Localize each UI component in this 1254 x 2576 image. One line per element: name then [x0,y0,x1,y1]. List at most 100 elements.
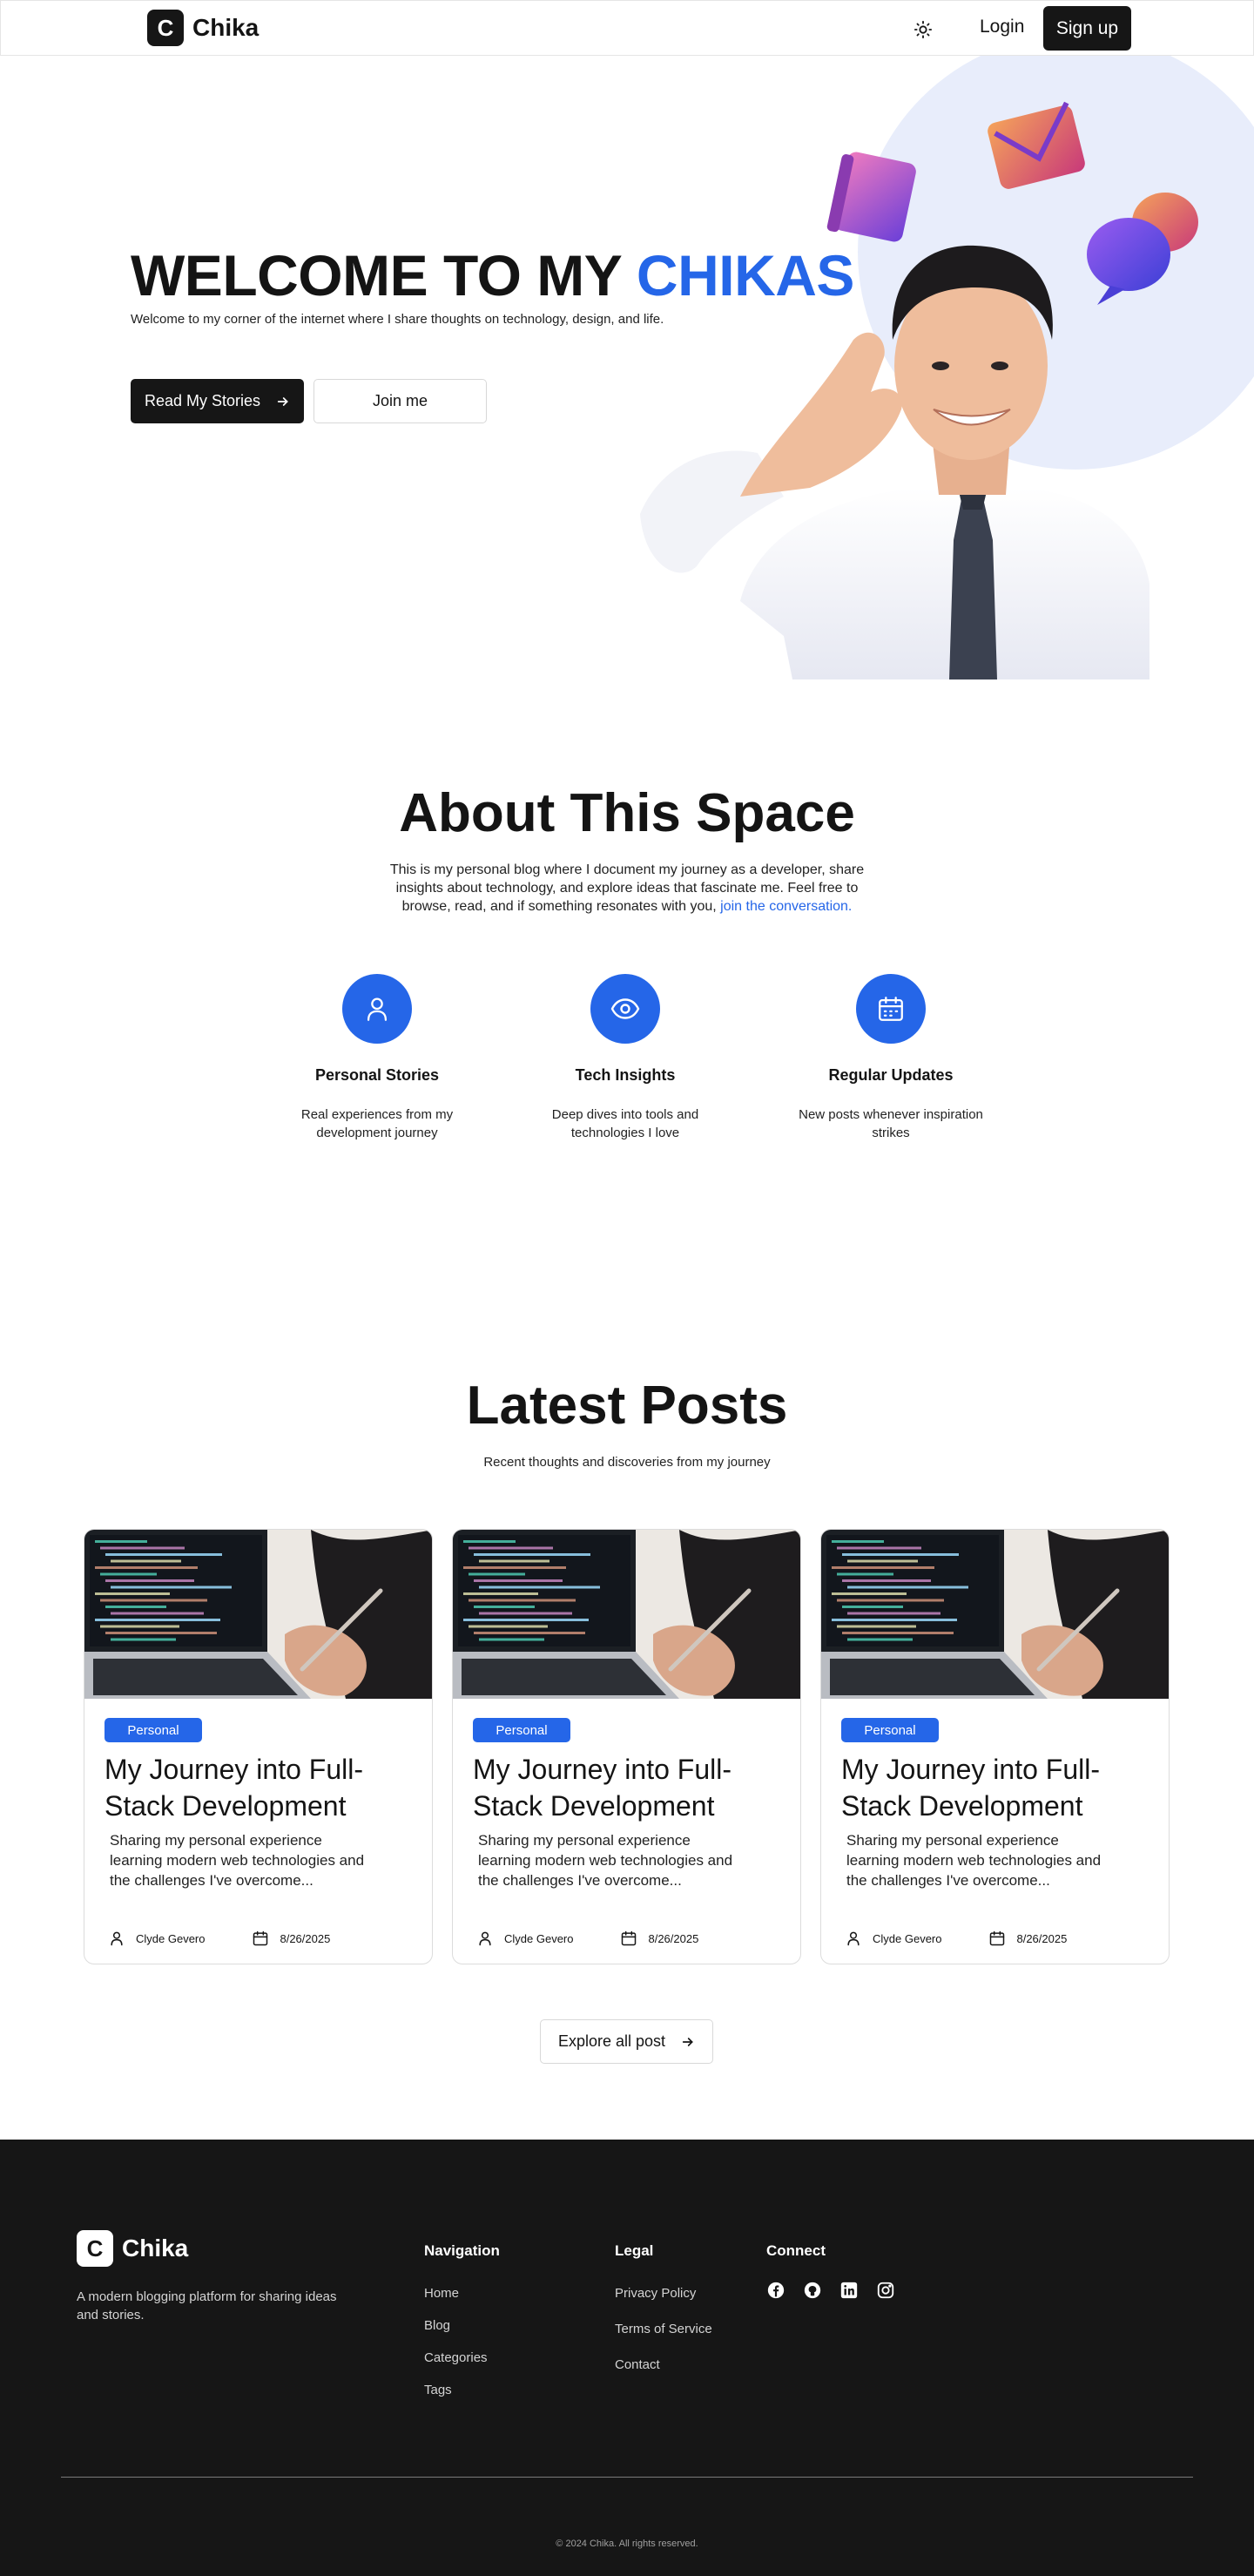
post-category-badge[interactable]: Personal [473,1718,570,1742]
post-category-badge[interactable]: Personal [104,1718,202,1742]
user-icon [367,997,388,1021]
footer-link-tags[interactable]: Tags [424,2383,500,2397]
explore-all-posts-button[interactable]: Explore all post [540,2019,713,2064]
post-excerpt: Sharing my personal experience learning … [478,1832,733,1889]
post-excerpt: Sharing my personal experience learning … [110,1832,365,1889]
footer-link-home[interactable]: Home [424,2286,500,2301]
hero-portrait-image [640,101,1198,679]
post-title[interactable]: My Journey into Full-Stack Development [104,1751,418,1824]
post-author-name: Clyde Gevero [504,1931,574,1945]
linkedin-icon[interactable] [839,2281,859,2300]
login-link[interactable]: Login [980,17,1024,37]
arrow-right-icon [277,396,288,406]
theme-toggle-button[interactable] [910,17,936,43]
post-cover-image [453,1530,800,1699]
post-excerpt: Sharing my personal experience learning … [846,1832,1102,1889]
calendar-icon [990,1930,1005,1946]
post-author: Clyde Gevero [108,1930,205,1947]
user-icon [847,1931,860,1946]
brand-logo[interactable]: C Chika [147,10,259,46]
post-cover-image [821,1530,1169,1699]
instagram-icon[interactable] [876,2281,895,2300]
footer-legal: Legal Privacy Policy Terms of Service Co… [615,2242,712,2393]
sun-icon [914,20,933,39]
footer-link-categories[interactable]: Categories [424,2350,500,2365]
hero-title-prefix: WELCOME TO MY [131,243,637,308]
brand-name: Chika [192,14,260,41]
envelope-3d-icon [988,101,1085,189]
facebook-icon[interactable] [766,2281,785,2300]
hero-title-accent: CHIKAS [636,243,855,308]
post-title[interactable]: My Journey into Full-Stack Development [473,1751,786,1824]
post-author: Clyde Gevero [845,1930,941,1947]
post-author-name: Clyde Gevero [873,1931,942,1945]
post-meta: Clyde Gevero 8/26/2025 [476,1930,698,1947]
read-my-stories-label: Read My Stories [144,392,261,409]
read-my-stories-button[interactable]: Read My Stories [131,379,304,423]
book-3d-icon [826,152,916,242]
post-date-value: 8/26/2025 [648,1931,699,1945]
brand-name: Chika [122,2235,189,2262]
post-card[interactable]: Personal My Journey into Full-Stack Deve… [452,1529,801,1964]
post-title[interactable]: My Journey into Full-Stack Development [841,1751,1155,1824]
signup-button[interactable]: Sign up [1043,6,1131,51]
top-navbar: C Chika Login Sign up [0,0,1254,56]
calendar-icon [879,997,903,1021]
post-meta: Clyde Gevero 8/26/2025 [108,1930,330,1947]
latest-posts-subtitle: Recent thoughts and discoveries from my … [483,1455,771,1470]
feature-tech-insights: Tech Insights Deep dives into tools and … [503,974,747,1142]
post-date-value: 8/26/2025 [1016,1931,1068,1945]
footer-heading: Legal [615,2242,654,2259]
footer-connect: Connect [766,2242,895,2300]
post-date: 8/26/2025 [620,1930,698,1947]
footer-navigation: Navigation Home Blog Categories Tags [424,2242,500,2415]
post-author-name: Clyde Gevero [136,1931,206,1945]
feature-description: Deep dives into tools and technologies I… [551,1107,699,1140]
post-date: 8/26/2025 [988,1930,1067,1947]
feature-title: Tech Insights [575,1066,676,1084]
social-links [766,2281,895,2300]
feature-title: Regular Updates [828,1066,954,1084]
arrow-right-icon [682,2037,693,2046]
join-conversation-link[interactable]: join the conversation. [720,899,852,914]
feature-description: Real experiences from my development jou… [300,1107,454,1140]
feature-regular-updates: Regular Updates New posts whenever inspi… [769,974,1013,1142]
feature-icon-circle [856,974,926,1044]
post-cover-image [84,1530,432,1699]
feature-personal-stories: Personal Stories Real experiences from m… [255,974,499,1142]
footer-link-terms[interactable]: Terms of Service [615,2322,712,2336]
feature-icon-circle [342,974,412,1044]
calendar-icon [622,1930,637,1946]
hero-title: WELCOME TO MY CHIKAS [131,242,854,308]
logo-mark: C [147,10,184,46]
post-date-value: 8/26/2025 [280,1931,331,1945]
eye-icon [610,998,640,1019]
latest-posts-title: Latest Posts [466,1376,788,1436]
footer-heading: Navigation [424,2242,500,2259]
user-icon [479,1931,491,1946]
feature-title: Personal Stories [314,1066,440,1084]
explore-label: Explore all post [557,2032,666,2050]
feature-description: New posts whenever inspiration strikes [799,1107,983,1140]
footer-tagline: A modern blogging platform for sharing i… [77,2289,337,2322]
chat-bubbles-3d-icon [1087,193,1198,305]
post-author: Clyde Gevero [476,1930,573,1947]
footer-divider [61,2477,1193,2478]
footer-link-blog[interactable]: Blog [424,2318,500,2333]
footer-link-privacy[interactable]: Privacy Policy [615,2286,712,2301]
post-date: 8/26/2025 [252,1930,330,1947]
hero-subtitle: Welcome to my corner of the internet whe… [131,312,664,327]
user-icon [111,1931,123,1946]
feature-icon-circle [590,974,660,1044]
post-category-badge[interactable]: Personal [841,1718,939,1742]
footer-link-contact[interactable]: Contact [615,2357,712,2372]
github-icon[interactable] [803,2281,822,2300]
about-text: This is my personal blog where I documen… [374,861,880,916]
join-me-button[interactable]: Join me [314,379,487,423]
post-card[interactable]: Personal My Journey into Full-Stack Deve… [84,1529,433,1964]
calendar-icon [253,1930,268,1946]
about-title: About This Space [399,783,855,843]
copyright-text: © 2024 Chika. All rights reserved. [556,2539,698,2549]
post-card[interactable]: Personal My Journey into Full-Stack Deve… [820,1529,1170,1964]
footer-brand-logo[interactable]: C Chika [77,2230,188,2267]
